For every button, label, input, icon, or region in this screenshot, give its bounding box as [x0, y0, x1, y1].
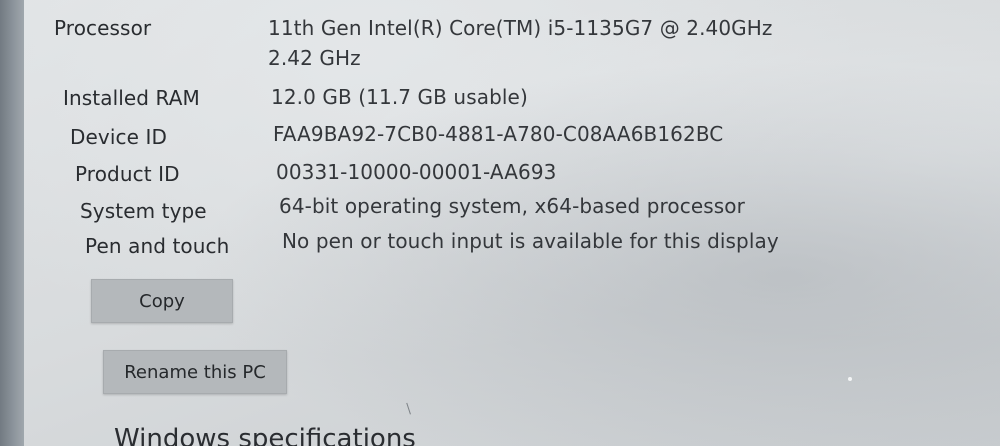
- rename-this-pc-button[interactable]: Rename this PC: [103, 350, 287, 394]
- system-type-label: System type: [80, 199, 207, 223]
- system-type-value: 64-bit operating system, x64-based proce…: [279, 194, 745, 218]
- windows-specifications-heading: Windows specifications: [114, 424, 416, 446]
- screen-glare-speck: [848, 377, 852, 381]
- installed-ram-label: Installed RAM: [63, 86, 200, 110]
- pen-and-touch-value: No pen or touch input is available for t…: [282, 229, 779, 253]
- device-id-label: Device ID: [70, 125, 167, 149]
- product-id-label: Product ID: [75, 162, 180, 186]
- copy-button[interactable]: Copy: [91, 279, 233, 323]
- device-id-value: FAA9BA92-7CB0-4881-A780-C08AA6B162BC: [273, 122, 724, 146]
- processor-label: Processor: [54, 16, 152, 40]
- installed-ram-value: 12.0 GB (11.7 GB usable): [271, 85, 528, 109]
- screen-scratch-mark: [406, 401, 415, 415]
- processor-speed-value: 2.42 GHz: [268, 46, 361, 70]
- product-id-value: 00331-10000-00001-AA693: [276, 160, 557, 184]
- screen-bezel: [0, 0, 26, 446]
- pen-and-touch-label: Pen and touch: [85, 234, 230, 258]
- processor-value: 11th Gen Intel(R) Core(TM) i5-1135G7 @ 2…: [268, 16, 773, 40]
- about-settings-page: Processor 11th Gen Intel(R) Core(TM) i5-…: [24, 0, 1000, 446]
